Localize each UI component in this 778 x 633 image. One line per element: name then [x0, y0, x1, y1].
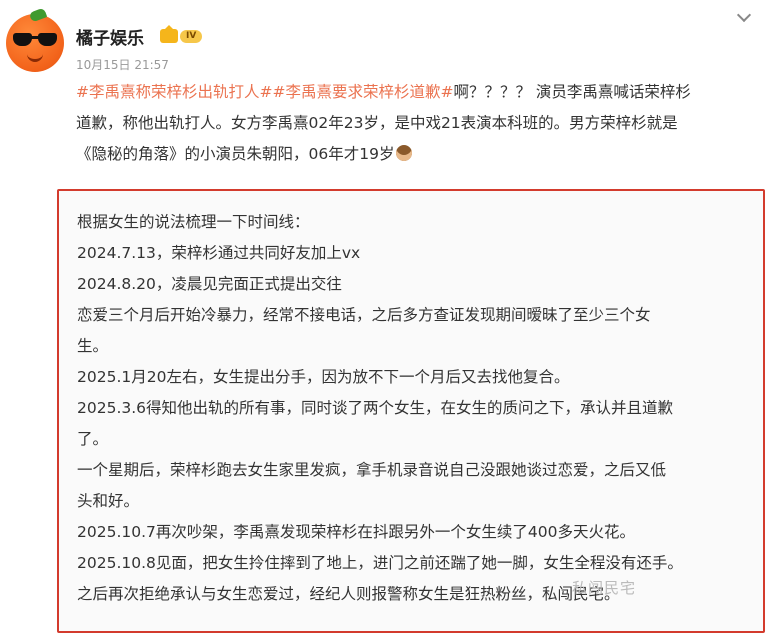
post-content: #李禹熹称荣梓杉出轨打人##李禹熹要求荣梓杉道歉#啊？？？？ 演员李禹熹喊话荣梓… [76, 77, 776, 170]
timeline-line: 恋爱三个月后开始冷暴力，经常不接电话，之后多方查证发现期间暧昧了至少三个女 [77, 306, 651, 324]
timeline-line: 2025.3.6得知他出轨的所有事，同时谈了两个女生，在女生的质问之下，承认并且… [77, 399, 674, 417]
timeline-line: 根据女生的说法梳理一下时间线： [77, 213, 310, 231]
timeline-line: 2025.10.8见面，把女生拎住摔到了地上，进门之前还踹了她一脚，女生全程没有… [77, 554, 683, 572]
sunglasses-icon [13, 33, 57, 47]
hashtag-link[interactable]: #李禹熹称荣梓杉出轨打人# [76, 83, 272, 101]
timeline-line: 2024.7.13，荣梓杉通过共同好友加上vx [77, 244, 361, 262]
content-line-3: 《隐秘的角落》的小演员朱朝阳，06年才19岁 [76, 139, 776, 170]
timeline-line: 2025.1月20左右，女生提出分手，因为放不下一个月后又去找他复合。 [77, 368, 570, 386]
monkey-emoji-icon [396, 145, 413, 161]
smile [27, 52, 43, 62]
post-time[interactable]: 10月15日 21:57 [76, 56, 169, 73]
hashtag-link[interactable]: #李禹熹要求荣梓杉道歉# [272, 83, 453, 101]
weibo-post: 橘子娱乐 IV 10月15日 21:57 #李禹熹称荣梓杉出轨打人##李禹熹要求… [0, 0, 778, 633]
timeline-line: 一个星期后，荣梓杉跑去女生家里发疯，拿手机录音说自己没跟她谈过恋爱，之后又低 [77, 461, 667, 479]
timeline-line: 生。 [77, 337, 109, 355]
vip-level-badge[interactable]: IV [180, 30, 203, 43]
timeline-line: 之后再次拒绝承认与女生恋爱过，经纪人则报警称女生是狂热粉丝，私闯民宅。 [77, 585, 620, 603]
content-line-1: #李禹熹称荣梓杉出轨打人##李禹熹要求荣梓杉道歉#啊？？？？ 演员李禹熹喊话荣梓… [76, 83, 691, 101]
chevron-down-icon[interactable] [736, 10, 752, 26]
timeline-line: 头和好。 [77, 492, 140, 510]
watermark: 私闯民宅 [572, 579, 637, 597]
orange-leaf [28, 7, 48, 23]
timeline-line: 了。 [77, 430, 109, 448]
timeline-text: 根据女生的说法梳理一下时间线： 2024.7.13，荣梓杉通过共同好友加上vx … [77, 207, 747, 610]
timeline-line: 2024.8.20，凌晨见完面正式提出交往 [77, 275, 342, 293]
timeline-image[interactable]: 根据女生的说法梳理一下时间线： 2024.7.13，荣梓杉通过共同好友加上vx … [57, 189, 765, 633]
crown-icon [160, 25, 178, 43]
author-name[interactable]: 橘子娱乐 [76, 24, 144, 49]
avatar[interactable] [6, 7, 64, 72]
timeline-line: 2025.10.7再次吵架，李禹熹发现荣梓杉在抖跟另外一个女生续了400多天火花… [77, 523, 635, 541]
content-line-2: 道歉，称他出轨打人。女方李禹熹02年23岁，是中戏21表演本科班的。男方荣梓杉就… [76, 114, 678, 132]
